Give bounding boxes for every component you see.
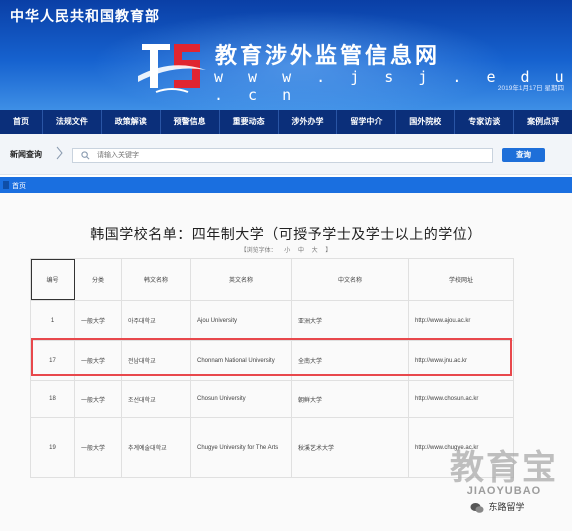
nav-item-warnings[interactable]: 预警信息	[161, 110, 220, 134]
breadcrumb-bar: 首页	[0, 177, 572, 193]
table-row: 17 一般大学 전남대학교 Chonnam National Universit…	[30, 340, 514, 381]
nav-item-foreign-schooling[interactable]: 涉外办学	[279, 110, 338, 134]
wechat-account: 东路留学	[488, 502, 525, 512]
wechat-icon	[470, 502, 484, 513]
cell-website[interactable]: http://www.jnu.ac.kr	[408, 340, 514, 381]
cell-chinese-name: 亚洲大学	[291, 300, 409, 341]
cell-number: 17	[30, 340, 75, 381]
font-size-selector: 【浏览字体： 小 中 大 】	[0, 245, 572, 254]
nav-item-home[interactable]: 首页	[0, 110, 43, 134]
cell-korean-name: 추계예술대학교	[121, 417, 191, 478]
table-header-row: 编号 分类 韩文名称 英文名称 中文名称 学校网址	[30, 258, 514, 301]
search-input[interactable]	[97, 149, 477, 162]
site-banner: 中华人民共和国教育部 教育涉外监管信息网 w w w . j s j . e d…	[0, 0, 572, 110]
news-search-label: 新闻查询	[10, 150, 42, 159]
cell-english-name: Chugye University for The Arts	[190, 417, 292, 478]
cell-category: 一般大学	[74, 340, 122, 381]
breadcrumb-home[interactable]: 首页	[12, 181, 26, 191]
chevron-right-icon	[56, 146, 63, 160]
search-bar: 新闻查询	[0, 134, 572, 175]
school-table: 编号 分类 韩文名称 英文名称 中文名称 学校网址 1 一般大学 아주대학교 A…	[30, 258, 514, 478]
page-title: 韩国学校名单：四年制大学（可授予学士及学士以上的学位）	[90, 226, 482, 242]
cell-chinese-name: 全南大学	[291, 340, 409, 381]
cell-korean-name: 전남대학교	[121, 340, 191, 381]
nav-item-case-reviews[interactable]: 案例点评	[514, 110, 572, 134]
header-category: 分类	[74, 258, 122, 301]
nav-item-news[interactable]: 重要动态	[220, 110, 279, 134]
search-box	[72, 148, 493, 163]
table-row: 1 一般大学 아주대학교 Ajou University 亚洲大学 http:/…	[30, 300, 514, 341]
cell-chinese-name: 秋溪艺术大学	[291, 417, 409, 478]
ministry-name: 中华人民共和国教育部	[10, 8, 160, 24]
main-nav: 首页 法规文件 政策解读 预警信息 重要动态 涉外办学 留学中介 国外院校 专家…	[0, 110, 572, 134]
cell-category: 一般大学	[74, 380, 122, 418]
header-english-name: 英文名称	[190, 258, 292, 301]
table-row: 19 一般大学 추계예술대학교 Chugye University for Th…	[30, 417, 514, 478]
cell-korean-name: 아주대학교	[121, 300, 191, 341]
cell-number: 1	[30, 300, 75, 341]
nav-item-foreign-schools[interactable]: 国外院校	[396, 110, 456, 134]
font-size-large[interactable]: 大	[312, 248, 318, 254]
wechat-tag: 东路留学	[470, 500, 525, 514]
cell-english-name: Chonnam National University	[190, 340, 292, 381]
search-icon	[81, 151, 90, 160]
cell-website[interactable]: http://www.chosun.ac.kr	[408, 380, 514, 418]
font-size-end: 】	[325, 248, 332, 254]
cell-number: 18	[30, 380, 75, 418]
home-marker-icon	[3, 181, 9, 189]
cell-korean-name: 조선대학교	[121, 380, 191, 418]
header-number: 编号	[30, 258, 75, 301]
cell-english-name: Chosun University	[190, 380, 292, 418]
nav-item-policy-interpretation[interactable]: 政策解读	[102, 110, 161, 134]
current-date: 2019年1月17日 星期四	[497, 85, 564, 92]
cell-english-name: Ajou University	[190, 300, 292, 341]
cell-chinese-name: 朝鲜大学	[291, 380, 409, 418]
header-korean-name: 韩文名称	[121, 258, 191, 301]
search-button[interactable]: 查询	[502, 148, 545, 162]
cell-website[interactable]: http://www.chugye.ac.kr	[408, 417, 514, 478]
nav-item-agencies[interactable]: 留学中介	[337, 110, 397, 134]
site-title: 教育涉外监管信息网	[215, 44, 441, 69]
header-chinese-name: 中文名称	[291, 258, 409, 301]
site-logo-icon[interactable]	[136, 36, 208, 96]
cell-category: 一般大学	[74, 300, 122, 341]
cell-number: 19	[30, 417, 75, 478]
font-size-small[interactable]: 小	[284, 248, 290, 254]
cell-website[interactable]: http://www.ajou.ac.kr	[408, 300, 514, 341]
table-row: 18 一般大学 조선대학교 Chosun University 朝鲜大学 htt…	[30, 380, 514, 418]
font-size-label: 【浏览字体：	[240, 248, 277, 254]
nav-item-expert-interviews[interactable]: 专家访谈	[455, 110, 515, 134]
font-size-medium[interactable]: 中	[298, 248, 304, 254]
nav-item-regulations[interactable]: 法规文件	[43, 110, 102, 134]
header-website: 学校网址	[408, 258, 514, 301]
cell-category: 一般大学	[74, 417, 122, 478]
